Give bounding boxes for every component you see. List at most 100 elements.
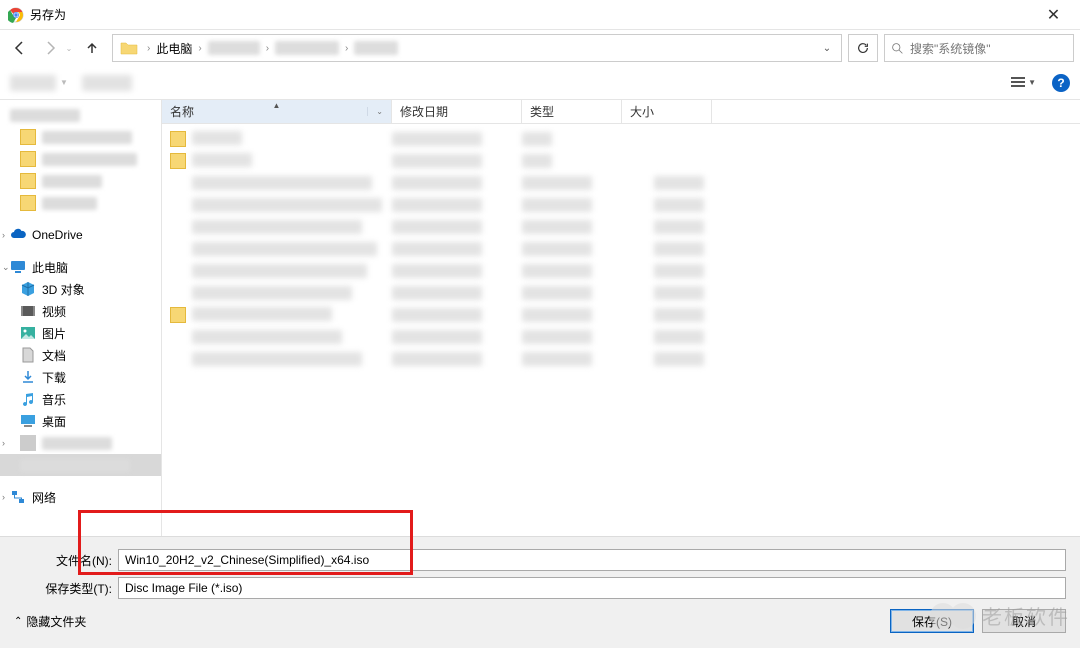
address-dropdown[interactable]: ⌄ bbox=[815, 43, 839, 54]
file-row[interactable] bbox=[162, 172, 1080, 194]
tree-item-music[interactable]: 音乐 bbox=[0, 388, 161, 410]
tree-item-onedrive[interactable]: › OneDrive bbox=[0, 224, 161, 246]
breadcrumb-root[interactable]: 此电脑 bbox=[154, 40, 194, 57]
toolbar-item-redacted[interactable] bbox=[10, 75, 56, 91]
forward-button[interactable] bbox=[36, 34, 64, 62]
arrow-right-icon bbox=[42, 40, 58, 56]
tree-item-redacted[interactable] bbox=[0, 126, 161, 148]
column-label: 修改日期 bbox=[400, 103, 448, 120]
back-button[interactable] bbox=[6, 34, 34, 62]
file-row[interactable] bbox=[162, 326, 1080, 348]
file-list-area: ▲ 名称 ⌄ 修改日期 类型 大小 bbox=[162, 100, 1080, 536]
chevron-up-icon: ⌃ bbox=[14, 616, 22, 627]
cancel-button-label: 取消 bbox=[1012, 613, 1036, 630]
view-mode-button[interactable]: ▼ bbox=[1006, 74, 1040, 92]
hide-folders-toggle[interactable]: ⌃ 隐藏文件夹 bbox=[14, 613, 86, 630]
download-icon bbox=[20, 369, 36, 385]
chevron-right-icon: › bbox=[2, 492, 5, 502]
column-size[interactable]: 大小 bbox=[622, 100, 712, 123]
tree-item-3d-objects[interactable]: 3D 对象 bbox=[0, 278, 161, 300]
column-name[interactable]: ▲ 名称 ⌄ bbox=[162, 100, 392, 123]
tree-label: 音乐 bbox=[42, 391, 66, 408]
chrome-icon bbox=[8, 7, 24, 23]
save-button-label: 保存(S) bbox=[912, 613, 952, 630]
tree-label: 网络 bbox=[32, 489, 56, 506]
column-dropdown[interactable]: ⌄ bbox=[367, 107, 383, 116]
chevron-right-icon: › bbox=[2, 438, 5, 448]
hide-folders-label: 隐藏文件夹 bbox=[26, 613, 86, 630]
list-view-icon bbox=[1010, 76, 1026, 90]
save-button[interactable]: 保存(S) bbox=[890, 609, 974, 633]
file-row[interactable] bbox=[162, 194, 1080, 216]
tree-label: 视频 bbox=[42, 303, 66, 320]
file-row[interactable] bbox=[162, 128, 1080, 150]
chevron-down-icon: ⌄ bbox=[2, 262, 10, 273]
filetype-label: 保存类型(T): bbox=[14, 580, 118, 597]
column-label: 类型 bbox=[530, 103, 554, 120]
help-button[interactable]: ? bbox=[1052, 74, 1070, 92]
toolbar-row: ▼ ▼ ? bbox=[0, 66, 1080, 100]
search-placeholder: 搜索"系统镜像" bbox=[910, 40, 991, 57]
file-list[interactable] bbox=[162, 124, 1080, 536]
filename-label: 文件名(N): bbox=[14, 552, 118, 569]
chevron-right-icon: › bbox=[147, 43, 150, 54]
address-bar[interactable]: › 此电脑 › › › ⌄ bbox=[112, 34, 842, 62]
up-button[interactable] bbox=[78, 34, 106, 62]
tree-item-downloads[interactable]: 下载 bbox=[0, 366, 161, 388]
file-row[interactable] bbox=[162, 282, 1080, 304]
file-row[interactable] bbox=[162, 348, 1080, 370]
refresh-button[interactable] bbox=[848, 34, 878, 62]
filename-row: 文件名(N): bbox=[14, 549, 1066, 571]
sort-asc-icon: ▲ bbox=[273, 101, 281, 110]
tree-label: 下载 bbox=[42, 369, 66, 386]
tree-item-network[interactable]: › 网络 bbox=[0, 486, 161, 508]
column-type[interactable]: 类型 bbox=[522, 100, 622, 123]
tree-item-redacted[interactable] bbox=[0, 104, 161, 126]
tree-label: 图片 bbox=[42, 325, 66, 342]
search-input[interactable]: 搜索"系统镜像" bbox=[884, 34, 1074, 62]
recent-dropdown[interactable]: ⌄ bbox=[62, 34, 76, 62]
tree-label: 桌面 bbox=[42, 413, 66, 430]
image-icon bbox=[20, 325, 36, 341]
folder-tree[interactable]: › OneDrive ⌄ 此电脑 3D 对象 视频 图片 文档 下载 bbox=[0, 100, 162, 536]
breadcrumb-redacted bbox=[208, 41, 260, 55]
refresh-icon bbox=[856, 41, 870, 55]
breadcrumb-redacted bbox=[275, 41, 339, 55]
file-row[interactable] bbox=[162, 304, 1080, 326]
tree-item-desktop[interactable]: 桌面 bbox=[0, 410, 161, 432]
chevron-down-icon: ▼ bbox=[1028, 78, 1036, 87]
chevron-right-icon: › bbox=[2, 230, 5, 240]
column-date[interactable]: 修改日期 bbox=[392, 100, 522, 123]
tree-item-redacted[interactable] bbox=[0, 170, 161, 192]
desktop-icon bbox=[20, 413, 36, 429]
file-row[interactable] bbox=[162, 216, 1080, 238]
filetype-select[interactable] bbox=[118, 577, 1066, 599]
music-icon bbox=[20, 391, 36, 407]
column-label: 大小 bbox=[630, 103, 654, 120]
column-label: 名称 bbox=[170, 103, 194, 120]
network-icon bbox=[10, 489, 26, 505]
search-icon bbox=[891, 42, 904, 55]
tree-item-documents[interactable]: 文档 bbox=[0, 344, 161, 366]
tree-label: 文档 bbox=[42, 347, 66, 364]
tree-item-pictures[interactable]: 图片 bbox=[0, 322, 161, 344]
tree-item-redacted[interactable] bbox=[0, 192, 161, 214]
close-button[interactable]: ✕ bbox=[1031, 0, 1076, 30]
tree-item-this-pc[interactable]: ⌄ 此电脑 bbox=[0, 256, 161, 278]
tree-item-videos[interactable]: 视频 bbox=[0, 300, 161, 322]
file-row[interactable] bbox=[162, 150, 1080, 172]
tree-item-redacted[interactable] bbox=[0, 454, 161, 476]
tree-item-redacted[interactable]: › bbox=[0, 432, 161, 454]
chevron-right-icon: › bbox=[345, 43, 348, 54]
cancel-button[interactable]: 取消 bbox=[982, 609, 1066, 633]
save-panel: 文件名(N): 保存类型(T): ⌃ 隐藏文件夹 保存(S) 取消 bbox=[0, 536, 1080, 648]
file-row[interactable] bbox=[162, 238, 1080, 260]
toolbar-item-redacted[interactable] bbox=[82, 75, 132, 91]
filename-input[interactable] bbox=[118, 549, 1066, 571]
document-icon bbox=[20, 347, 36, 363]
tree-label: 此电脑 bbox=[32, 259, 68, 276]
tree-item-redacted[interactable] bbox=[0, 148, 161, 170]
nav-bar: ⌄ › 此电脑 › › › ⌄ 搜索"系统镜像" bbox=[0, 30, 1080, 66]
file-row[interactable] bbox=[162, 260, 1080, 282]
tree-label: OneDrive bbox=[32, 228, 83, 242]
